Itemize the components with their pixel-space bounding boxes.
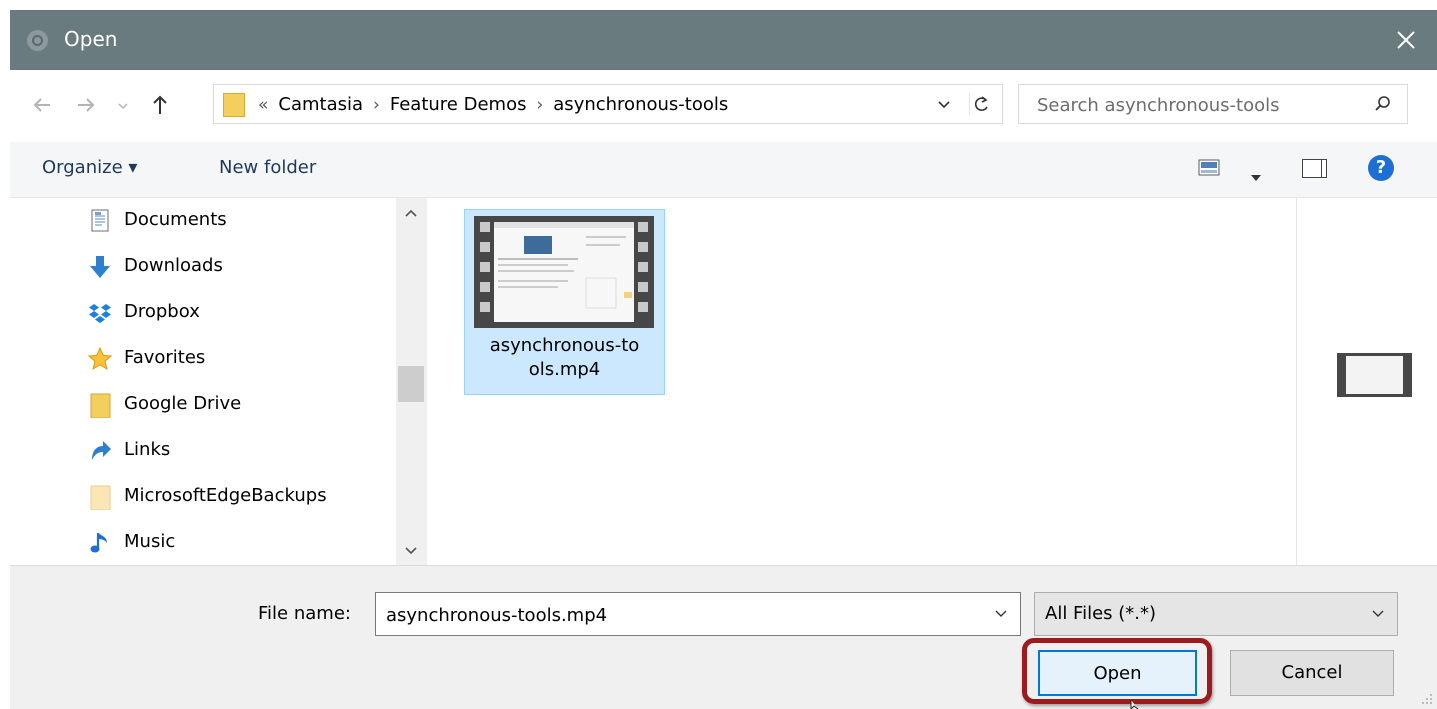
up-arrow-icon xyxy=(153,95,167,114)
file-name-field-label: File name: xyxy=(258,603,351,624)
dropbox-icon xyxy=(89,304,111,323)
documents-icon xyxy=(91,209,109,232)
new-folder-button[interactable]: New folder xyxy=(219,157,316,178)
video-file-icon xyxy=(474,216,654,328)
video-thumbnail-frame xyxy=(494,222,634,322)
video-preview-image xyxy=(494,222,634,309)
chevron-down-icon xyxy=(1372,610,1384,617)
chevron-right-icon[interactable]: › xyxy=(536,95,543,115)
nav-item-label: Favorites xyxy=(124,347,206,368)
forward-button[interactable] xyxy=(74,93,98,119)
breadcrumb-overflow[interactable]: « xyxy=(258,95,268,115)
file-name-label: asynchronous-to ols.mp4 xyxy=(489,335,640,380)
nav-item-links[interactable]: Links xyxy=(80,430,400,470)
refresh-icon xyxy=(974,96,988,111)
links-icon xyxy=(92,441,111,460)
nav-item-documents[interactable]: Documents xyxy=(80,200,400,240)
preview-pane xyxy=(1296,198,1437,565)
nav-item-label: Music xyxy=(124,531,176,552)
breadcrumb-item[interactable]: asynchronous-tools xyxy=(553,94,728,115)
refresh-button[interactable] xyxy=(969,93,994,115)
back-button[interactable] xyxy=(30,93,54,119)
nav-item-downloads[interactable]: Downloads xyxy=(80,246,400,286)
app-icon xyxy=(27,30,48,51)
navigation-pane-scrollbar[interactable] xyxy=(396,198,426,565)
chevron-down-icon xyxy=(938,101,950,109)
file-list[interactable]: asynchronous-to ols.mp4 xyxy=(426,198,1296,565)
folder-icon xyxy=(90,393,111,418)
film-strip-left-icon xyxy=(480,222,490,312)
favorites-star-icon xyxy=(87,346,113,371)
nav-item-google-drive[interactable]: Google Drive xyxy=(80,384,400,424)
open-button-highlight xyxy=(1022,638,1212,704)
caret-down-icon xyxy=(1251,175,1261,181)
recent-locations-button[interactable] xyxy=(116,98,130,124)
file-name-combobox[interactable] xyxy=(375,592,1021,636)
organize-menu-button[interactable]: Organize ▾ xyxy=(42,157,137,178)
help-button[interactable]: ? xyxy=(1368,155,1394,181)
address-bar[interactable]: « Camtasia › Feature Demos › asynchronous-too… xyxy=(213,84,1003,124)
film-strip-right-icon xyxy=(638,222,648,312)
navigation-bar: « Camtasia › Feature Demos › asynchronous-too… xyxy=(10,70,1437,142)
chevron-right-icon[interactable]: › xyxy=(373,95,380,115)
mouse-cursor-icon xyxy=(1130,700,1139,709)
nav-item-microsoftedgebackups[interactable]: MicrosoftEdgeBackups xyxy=(80,476,400,516)
search-input[interactable] xyxy=(1035,92,1359,118)
file-type-value: All Files (*.*) xyxy=(1045,603,1157,624)
file-name-input[interactable] xyxy=(384,602,978,628)
chevron-down-icon[interactable] xyxy=(994,609,1008,619)
view-icon xyxy=(1198,159,1220,176)
up-button[interactable] xyxy=(148,93,172,119)
nav-item-label: Downloads xyxy=(124,255,223,276)
resize-grip-icon[interactable] xyxy=(1421,693,1433,705)
folder-icon xyxy=(223,93,245,117)
open-dialog: Open « Camtasia › Feature Demos › asynch… xyxy=(10,10,1437,709)
scrollbar-thumb[interactable] xyxy=(398,366,424,402)
back-arrow-icon xyxy=(33,98,50,112)
cancel-button[interactable]: Cancel xyxy=(1230,650,1394,696)
nav-item-dropbox[interactable]: Dropbox xyxy=(80,292,400,332)
title-bar[interactable]: Open xyxy=(10,10,1437,70)
close-icon xyxy=(1397,31,1415,49)
nav-item-label: Documents xyxy=(124,209,227,230)
address-dropdown-button[interactable] xyxy=(934,93,954,115)
navigation-pane: Documents Downloads Dropbox Favorites Go… xyxy=(10,198,426,565)
breadcrumb-item[interactable]: Camtasia xyxy=(278,94,363,115)
view-options-dropdown[interactable] xyxy=(1250,167,1262,186)
search-icon[interactable] xyxy=(1373,94,1393,114)
preview-frame xyxy=(1346,356,1403,394)
folder-pale-icon xyxy=(90,485,111,510)
file-dialog-footer: File name: All Files (*.*) Open Cancel xyxy=(10,565,1437,709)
file-type-select[interactable]: All Files (*.*) xyxy=(1034,592,1398,636)
breadcrumb: « Camtasia › Feature Demos › asynchronous-too… xyxy=(258,94,728,115)
nav-item-label: Dropbox xyxy=(124,301,200,322)
close-button[interactable] xyxy=(1377,10,1437,70)
music-icon xyxy=(90,533,107,553)
nav-item-music[interactable]: Music xyxy=(80,522,400,562)
forward-arrow-icon xyxy=(78,98,95,112)
nav-item-label: MicrosoftEdgeBackups xyxy=(124,485,327,506)
search-box[interactable] xyxy=(1018,84,1408,124)
command-bar: Organize ▾ New folder ? xyxy=(10,142,1437,198)
video-preview-icon xyxy=(1337,353,1412,397)
chevron-down-icon xyxy=(118,103,128,110)
change-view-button[interactable] xyxy=(1198,159,1220,176)
nav-item-favorites[interactable]: Favorites xyxy=(80,338,400,378)
scroll-down-icon[interactable] xyxy=(404,546,418,556)
file-item-selected[interactable]: asynchronous-to ols.mp4 xyxy=(464,209,665,395)
preview-pane-toggle[interactable] xyxy=(1302,159,1327,178)
downloads-icon xyxy=(90,256,110,278)
nav-item-label: Links xyxy=(124,439,171,460)
window-title: Open xyxy=(64,27,118,51)
breadcrumb-item[interactable]: Feature Demos xyxy=(390,94,527,115)
nav-item-label: Google Drive xyxy=(124,393,242,414)
scroll-up-icon[interactable] xyxy=(404,208,418,218)
